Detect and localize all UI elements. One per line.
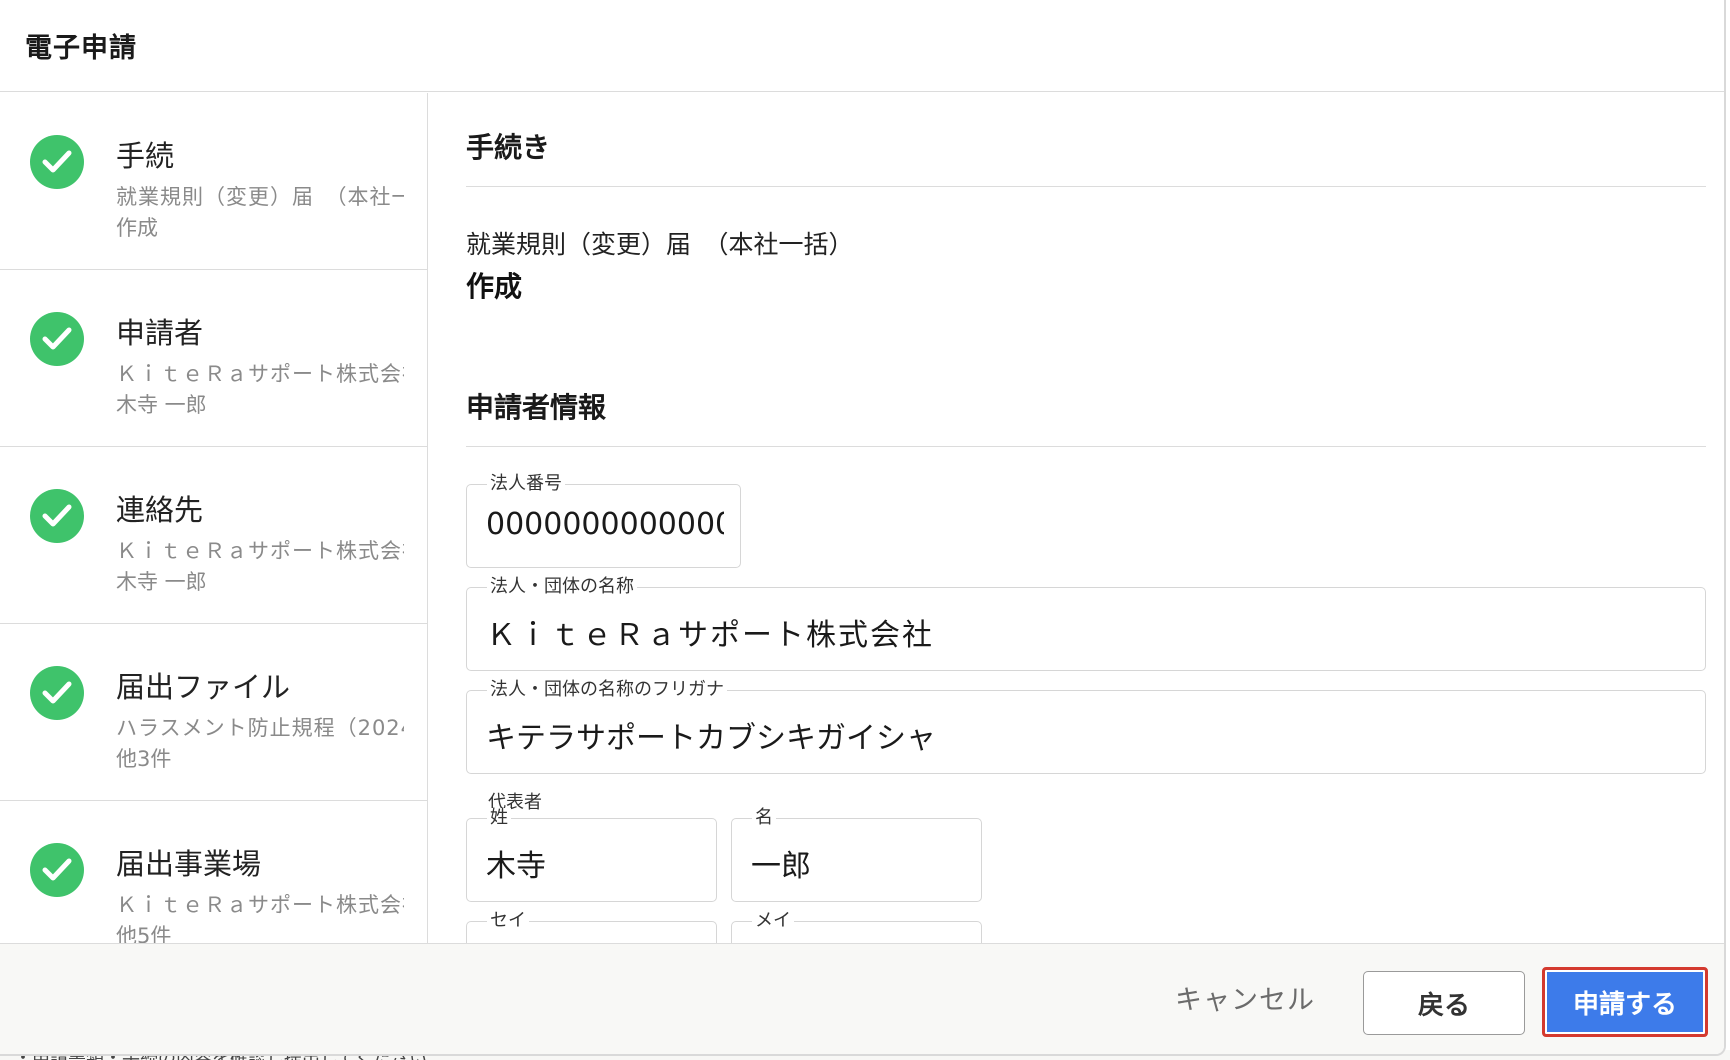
step-summary-2: 他5件 <box>116 924 172 943</box>
step-summary-2: 作成 <box>116 216 158 240</box>
field-label: 法人番号 <box>487 474 565 494</box>
field-label: セイ <box>487 911 529 931</box>
dialog-header: 電子申請 <box>0 0 1724 92</box>
step-summary: 就業規則（変更）届 （本社一括） <box>116 185 404 209</box>
submit-button[interactable]: 申請する <box>1542 967 1708 1037</box>
last-name-kana-field[interactable]: セイ <box>466 911 717 943</box>
field-label: メイ <box>752 911 794 931</box>
corporate-number-field[interactable]: 法人番号 0000000000000 <box>466 474 741 568</box>
step-sidebar: 手続 就業規則（変更）届 （本社一括） 作成 申請者 ＫｉｔｅＲａサポート株式会… <box>0 93 428 943</box>
step-title: 手続 <box>116 139 175 173</box>
step-workplaces[interactable]: 届出事業場 ＫｉｔｅＲａサポート株式会社 他5件 <box>0 801 427 943</box>
step-procedure[interactable]: 手続 就業規則（変更）届 （本社一括） 作成 <box>0 93 427 270</box>
procedure-type: 作成 <box>466 270 523 303</box>
last-name-field[interactable]: 姓 木寺 <box>466 808 717 902</box>
first-name-kana-field[interactable]: メイ <box>731 911 982 943</box>
step-summary: ＫｉｔｅＲａサポート株式会社 <box>116 893 404 917</box>
procedure-name: 就業規則（変更）届 （本社一括） <box>466 230 854 259</box>
step-files[interactable]: 届出ファイル ハラスメント防止規程（2024） 他3件 <box>0 624 427 801</box>
check-circle-icon <box>30 843 84 897</box>
step-summary-2: 他3件 <box>116 747 172 771</box>
field-label: 法人・団体の名称のフリガナ <box>487 680 727 700</box>
check-circle-icon <box>30 312 84 366</box>
check-circle-icon <box>30 489 84 543</box>
field-value: 一郎 <box>751 849 811 884</box>
field-label: 名 <box>752 808 776 828</box>
first-name-field[interactable]: 名 一郎 <box>731 808 982 902</box>
back-button[interactable]: 戻る <box>1363 971 1525 1035</box>
applicant-section-title: 申請者情報 <box>466 391 607 424</box>
step-applicant[interactable]: 申請者 ＫｉｔｅＲａサポート株式会社 木寺 一郎 <box>0 270 427 447</box>
step-summary-2: 木寺 一郎 <box>116 570 207 594</box>
dialog-title: 電子申請 <box>25 33 137 64</box>
field-value: ＫｉｔｅＲａサポート株式会社 <box>486 618 934 653</box>
form-content[interactable]: 手続き 就業規則（変更）届 （本社一括） 作成 申請者情報 法人番号 00000… <box>429 93 1724 943</box>
field-value: 木寺 <box>486 849 546 884</box>
field-label: 法人・団体の名称 <box>487 577 637 597</box>
org-name-field[interactable]: 法人・団体の名称 ＫｉｔｅＲａサポート株式会社 <box>466 577 1706 671</box>
step-title: 届出事業場 <box>116 847 262 881</box>
step-summary: ハラスメント防止規程（2024） <box>116 716 404 740</box>
step-title: 連絡先 <box>116 493 204 527</box>
procedure-section-title: 手続き <box>466 131 551 164</box>
step-summary: ＫｉｔｅＲａサポート株式会社 <box>116 362 404 386</box>
org-name-kana-field[interactable]: 法人・団体の名称のフリガナ キテラサポートカブシキガイシャ <box>466 680 1706 774</box>
step-summary: ＫｉｔｅＲａサポート株式会社 <box>116 539 404 563</box>
e-application-dialog: 電子申請 手続 就業規則（変更）届 （本社一括） 作成 申請者 ＫｉｔｅＲａサポ… <box>0 0 1726 1056</box>
dialog-footer: キャンセル 戻る 申請する <box>0 943 1724 1054</box>
cancel-button[interactable]: キャンセル <box>1175 978 1315 1017</box>
section-divider <box>466 446 1706 447</box>
check-circle-icon <box>30 135 84 189</box>
step-summary-2: 木寺 一郎 <box>116 393 207 417</box>
step-contact[interactable]: 連絡先 ＫｉｔｅＲａサポート株式会社 木寺 一郎 <box>0 447 427 624</box>
check-circle-icon <box>30 666 84 720</box>
field-label: 姓 <box>487 808 511 828</box>
step-title: 届出ファイル <box>116 670 291 704</box>
field-value: 0000000000000 <box>486 507 724 542</box>
section-divider <box>466 186 1706 187</box>
step-title: 申請者 <box>116 316 204 350</box>
field-value: キテラサポートカブシキガイシャ <box>486 721 936 756</box>
